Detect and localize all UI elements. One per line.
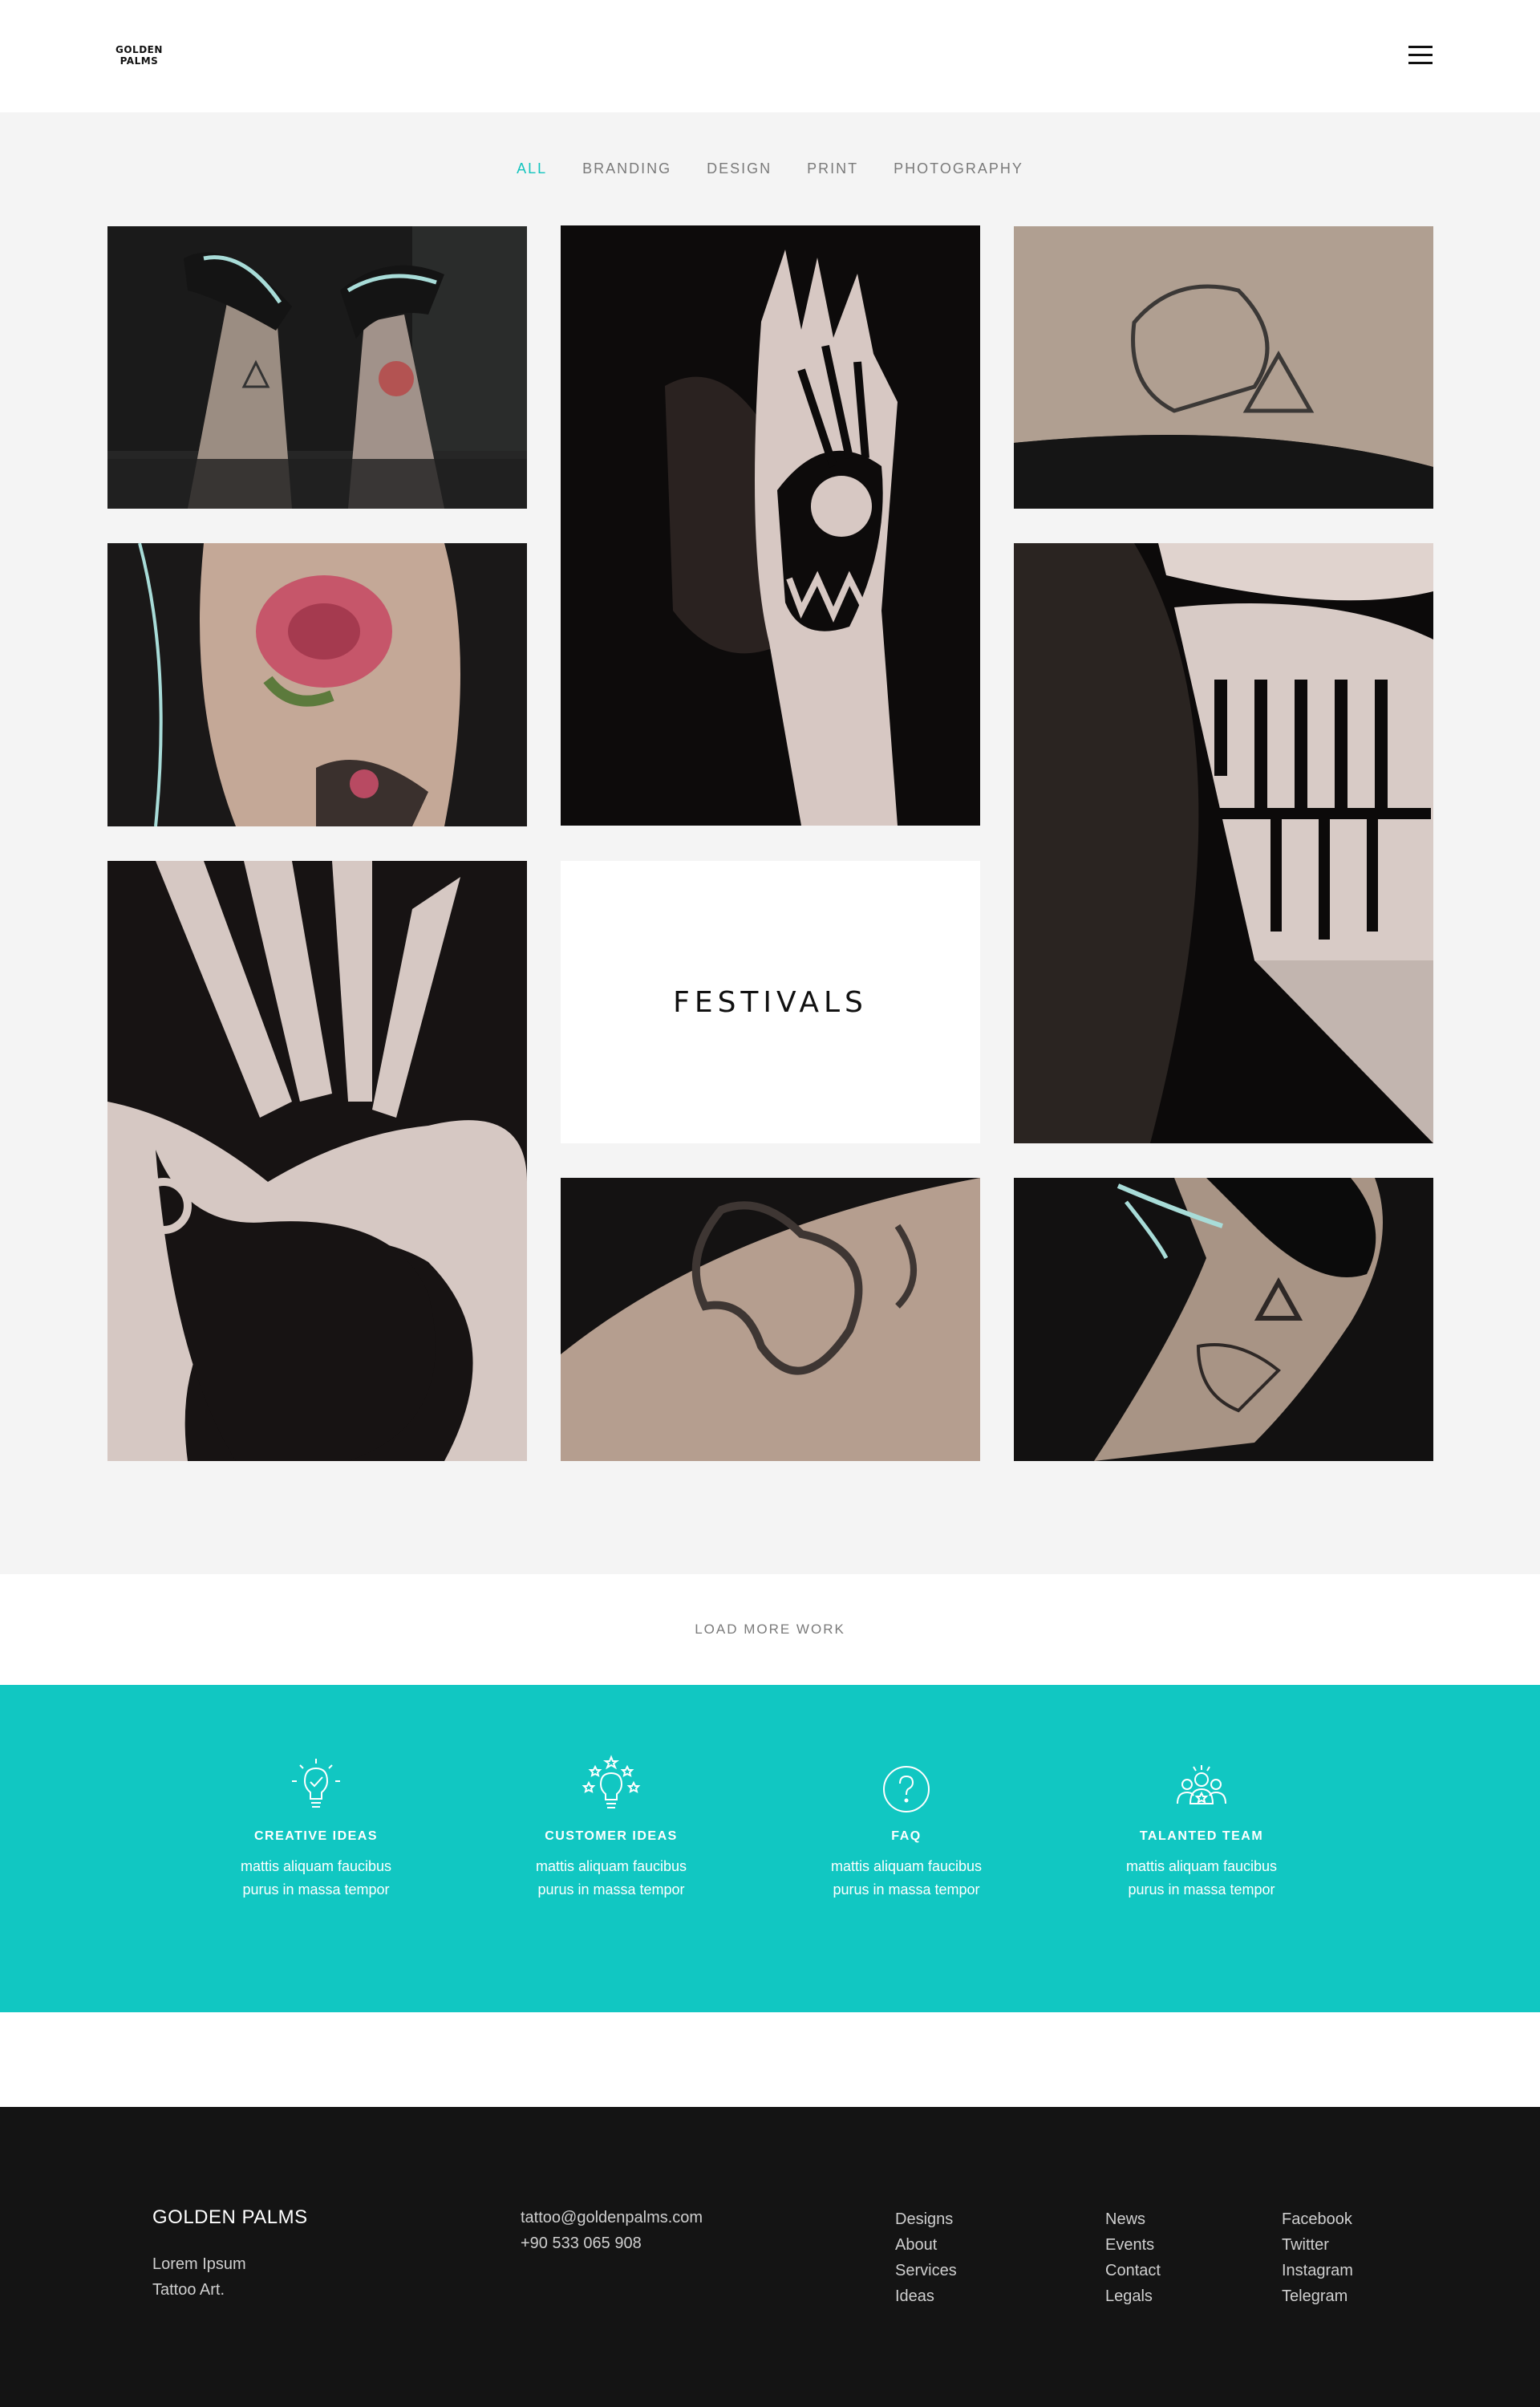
- footer-link-contact[interactable]: Contact: [1105, 2258, 1161, 2283]
- lightbulb-check-icon: [284, 1754, 348, 1818]
- filter-print[interactable]: PRINT: [807, 160, 858, 177]
- features-section: CREATIVE IDEAS mattis aliquam faucibus p…: [0, 1685, 1540, 2012]
- portfolio-image-skull-closeup[interactable]: [107, 861, 527, 1461]
- feature-creative-ideas: CREATIVE IDEAS mattis aliquam faucibus p…: [196, 1754, 436, 1902]
- footer-tagline: Lorem Ipsum Tattoo Art.: [152, 2255, 246, 2299]
- feature-description: mattis aliquam faucibus purus in massa t…: [830, 1858, 983, 1898]
- portfolio-image-foot-tattoo[interactable]: [1014, 1178, 1433, 1461]
- site-logo[interactable]: GOLDEN PALMS: [116, 44, 163, 67]
- footer-link-events[interactable]: Events: [1105, 2232, 1161, 2258]
- load-more-button[interactable]: LOAD MORE WORK: [695, 1622, 845, 1638]
- footer-brand: GOLDEN PALMS: [152, 2206, 308, 2228]
- load-more-section: LOAD MORE WORK: [0, 1574, 1540, 1685]
- footer-contact: tattoo@goldenpalms.com +90 533 065 908: [521, 2205, 703, 2256]
- feature-title: CREATIVE IDEAS: [253, 1829, 379, 1843]
- logo-line-1: GOLDEN: [116, 44, 163, 55]
- portfolio-image-sneakers-legs[interactable]: [107, 226, 527, 509]
- portfolio-filters: ALL BRANDING DESIGN PRINT PHOTOGRAPHY: [0, 160, 1540, 177]
- site-header: GOLDEN PALMS: [0, 0, 1540, 112]
- portfolio-image-rose-tattoo[interactable]: [107, 543, 527, 826]
- feature-customer-ideas: CUSTOMER IDEAS mattis aliquam faucibus p…: [491, 1754, 732, 1902]
- filter-all[interactable]: ALL: [517, 160, 547, 177]
- footer-links-main: Designs About Services Ideas: [895, 2206, 957, 2309]
- footer-link-about[interactable]: About: [895, 2232, 957, 2258]
- lightbulb-stars-icon: [579, 1754, 643, 1818]
- hamburger-menu-icon[interactable]: [1408, 46, 1433, 65]
- portfolio-image-skull-teeth[interactable]: [1014, 543, 1433, 1143]
- feature-faq: FAQ mattis aliquam faucibus purus in mas…: [786, 1754, 1027, 1902]
- footer-link-services[interactable]: Services: [895, 2258, 957, 2283]
- feature-title: FAQ: [891, 1829, 922, 1843]
- feature-title: CUSTOMER IDEAS: [545, 1829, 678, 1843]
- footer-link-ideas[interactable]: Ideas: [895, 2283, 957, 2309]
- filter-photography[interactable]: PHOTOGRAPHY: [894, 160, 1023, 177]
- footer-link-facebook[interactable]: Facebook: [1282, 2206, 1353, 2232]
- footer-link-news[interactable]: News: [1105, 2206, 1161, 2232]
- footer-links-info: News Events Contact Legals: [1105, 2206, 1161, 2309]
- feature-description: mattis aliquam faucibus purus in massa t…: [240, 1858, 392, 1898]
- filter-design[interactable]: DESIGN: [707, 160, 772, 177]
- logo-line-2: PALMS: [120, 55, 159, 67]
- footer-links-social: Facebook Twitter Instagram Telegram: [1282, 2206, 1353, 2309]
- footer-email[interactable]: tattoo@goldenpalms.com: [521, 2205, 703, 2230]
- footer-link-designs[interactable]: Designs: [895, 2206, 957, 2232]
- footer-link-twitter[interactable]: Twitter: [1282, 2232, 1353, 2258]
- portfolio-image-arm-tattoo[interactable]: [1014, 226, 1433, 509]
- footer-link-instagram[interactable]: Instagram: [1282, 2258, 1353, 2283]
- feature-talanted-team: TALANTED TEAM mattis aliquam faucibus pu…: [1081, 1754, 1322, 1902]
- site-footer: GOLDEN PALMS Lorem Ipsum Tattoo Art. tat…: [0, 2107, 1540, 2407]
- portfolio-image-arm-closeup[interactable]: [561, 1178, 980, 1461]
- festivals-tile[interactable]: FESTIVALS: [561, 861, 980, 1143]
- team-star-icon: [1169, 1754, 1234, 1818]
- festivals-label: FESTIVALS: [673, 985, 868, 1019]
- feature-description: mattis aliquam faucibus purus in massa t…: [535, 1858, 687, 1898]
- filter-branding[interactable]: BRANDING: [582, 160, 671, 177]
- feature-title: TALANTED TEAM: [1139, 1829, 1264, 1843]
- feature-description: mattis aliquam faucibus purus in massa t…: [1125, 1858, 1278, 1898]
- footer-phone[interactable]: +90 533 065 908: [521, 2230, 703, 2256]
- portfolio-section: ALL BRANDING DESIGN PRINT PHOTOGRAPHY FE…: [0, 112, 1540, 1574]
- footer-link-telegram[interactable]: Telegram: [1282, 2283, 1353, 2309]
- footer-link-legals[interactable]: Legals: [1105, 2283, 1161, 2309]
- question-circle-icon: [874, 1754, 938, 1818]
- portfolio-image-skull-hand[interactable]: [561, 225, 980, 826]
